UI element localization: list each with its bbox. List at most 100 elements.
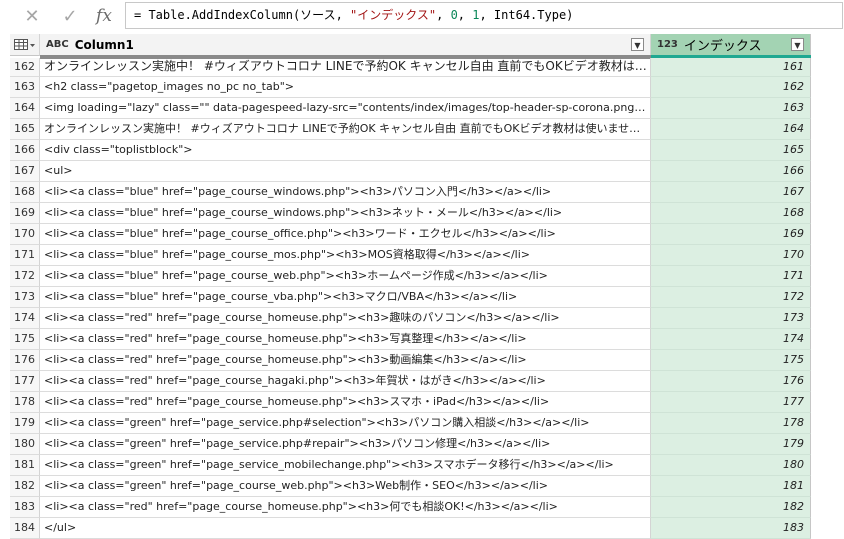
row-number[interactable]: 167 bbox=[10, 161, 40, 182]
index-cell[interactable]: 167 bbox=[651, 182, 811, 203]
column1-cell[interactable]: <li><a class="green" href="page_service_… bbox=[40, 455, 651, 476]
row-number[interactable]: 179 bbox=[10, 413, 40, 434]
column1-cell[interactable]: オンラインレッスン実施中！ #ウィズアウトコロナ LINEで予約OK キャンセル… bbox=[40, 119, 651, 140]
table-row[interactable]: 176 <li><a class="red" href="page_course_… bbox=[10, 350, 811, 371]
table-row[interactable]: 177 <li><a class="red" href="page_course_… bbox=[10, 371, 811, 392]
table-row[interactable]: 183 <li><a class="red" href="page_course_… bbox=[10, 497, 811, 518]
index-cell[interactable]: 165 bbox=[651, 140, 811, 161]
row-number[interactable]: 181 bbox=[10, 455, 40, 476]
row-number[interactable]: 177 bbox=[10, 371, 40, 392]
column1-cell[interactable]: <li><a class="green" href="page_service.… bbox=[40, 413, 651, 434]
filter-dropdown-icon[interactable]: ▼ bbox=[791, 38, 804, 51]
column1-cell[interactable]: <li><a class="blue" href="page_course_we… bbox=[40, 266, 651, 287]
row-number[interactable]: 176 bbox=[10, 350, 40, 371]
column1-cell[interactable]: オンラインレッスン実施中！ #ウィズアウトコロナ LINEで予約OK キャンセル… bbox=[40, 58, 651, 77]
index-cell[interactable]: 175 bbox=[651, 350, 811, 371]
column1-cell[interactable]: <li><a class="red" href="page_course_hom… bbox=[40, 350, 651, 371]
index-cell[interactable]: 166 bbox=[651, 161, 811, 182]
filter-dropdown-icon[interactable]: ▼ bbox=[631, 38, 644, 51]
fx-icon[interactable]: fx bbox=[89, 4, 119, 28]
table-row[interactable]: 179 <li><a class="green" href="page_servi… bbox=[10, 413, 811, 434]
column1-cell[interactable]: <li><a class="red" href="page_course_hag… bbox=[40, 371, 651, 392]
table-row[interactable]: 175 <li><a class="red" href="page_course_… bbox=[10, 329, 811, 350]
table-row[interactable]: 173 <li><a class="blue" href="page_course… bbox=[10, 287, 811, 308]
table-row[interactable]: 181 <li><a class="green" href="page_servi… bbox=[10, 455, 811, 476]
commit-icon[interactable]: ✓ bbox=[55, 4, 85, 28]
row-number[interactable]: 174 bbox=[10, 308, 40, 329]
column1-cell[interactable]: <li><a class="green" href="page_course_w… bbox=[40, 476, 651, 497]
column-header-column1[interactable]: ABC Column1 ▼ bbox=[40, 34, 651, 56]
column1-cell[interactable]: <li><a class="red" href="page_course_hom… bbox=[40, 308, 651, 329]
row-number[interactable]: 166 bbox=[10, 140, 40, 161]
index-cell[interactable]: 163 bbox=[651, 98, 811, 119]
index-cell[interactable]: 170 bbox=[651, 245, 811, 266]
formula-input[interactable]: = Table.AddIndexColumn(ソース, "インデックス", 0,… bbox=[125, 2, 843, 29]
row-number[interactable]: 169 bbox=[10, 203, 40, 224]
row-number[interactable]: 164 bbox=[10, 98, 40, 119]
index-cell[interactable]: 169 bbox=[651, 224, 811, 245]
row-number[interactable]: 170 bbox=[10, 224, 40, 245]
cancel-icon[interactable]: ✕ bbox=[17, 4, 47, 28]
column-header-index[interactable]: 123 インデックス ▼ bbox=[651, 34, 811, 56]
table-row[interactable]: 164 <img loading="lazy" class="" data-pag… bbox=[10, 98, 811, 119]
table-row[interactable]: 166 <div class="toplistblock"> 165 bbox=[10, 140, 811, 161]
table-row[interactable]: 163 <h2 class="pagetop_images no_pc no_ta… bbox=[10, 77, 811, 98]
table-row[interactable]: 169 <li><a class="blue" href="page_course… bbox=[10, 203, 811, 224]
index-cell[interactable]: 173 bbox=[651, 308, 811, 329]
column1-cell[interactable]: <img loading="lazy" class="" data-pagesp… bbox=[40, 98, 651, 119]
index-cell[interactable]: 172 bbox=[651, 287, 811, 308]
row-number[interactable]: 178 bbox=[10, 392, 40, 413]
index-cell[interactable]: 179 bbox=[651, 434, 811, 455]
table-menu-button[interactable] bbox=[10, 34, 40, 56]
row-number[interactable]: 182 bbox=[10, 476, 40, 497]
row-number[interactable]: 165 bbox=[10, 119, 40, 140]
column1-cell[interactable]: <li><a class="blue" href="page_course_wi… bbox=[40, 182, 651, 203]
table-row[interactable]: 171 <li><a class="blue" href="page_course… bbox=[10, 245, 811, 266]
row-number[interactable]: 172 bbox=[10, 266, 40, 287]
row-number[interactable]: 171 bbox=[10, 245, 40, 266]
table-row[interactable]: 172 <li><a class="blue" href="page_course… bbox=[10, 266, 811, 287]
column1-cell[interactable]: <div class="toplistblock"> bbox=[40, 140, 651, 161]
text-type-icon[interactable]: ABC bbox=[46, 39, 69, 50]
index-cell[interactable]: 178 bbox=[651, 413, 811, 434]
table-row[interactable]: 162 オンラインレッスン実施中！ #ウィズアウトコロナ LINEで予約OK キャ… bbox=[10, 58, 811, 77]
column1-cell[interactable]: <li><a class="red" href="page_course_hom… bbox=[40, 497, 651, 518]
table-row[interactable]: 178 <li><a class="red" href="page_course_… bbox=[10, 392, 811, 413]
row-number[interactable]: 183 bbox=[10, 497, 40, 518]
table-row[interactable]: 165 オンラインレッスン実施中！ #ウィズアウトコロナ LINEで予約OK キャ… bbox=[10, 119, 811, 140]
index-cell[interactable]: 164 bbox=[651, 119, 811, 140]
table-row[interactable]: 180 <li><a class="green" href="page_servi… bbox=[10, 434, 811, 455]
index-cell[interactable]: 180 bbox=[651, 455, 811, 476]
index-cell[interactable]: 171 bbox=[651, 266, 811, 287]
index-cell[interactable]: 176 bbox=[651, 371, 811, 392]
index-cell[interactable]: 168 bbox=[651, 203, 811, 224]
column1-cell[interactable]: <li><a class="red" href="page_course_hom… bbox=[40, 329, 651, 350]
row-number[interactable]: 175 bbox=[10, 329, 40, 350]
column1-cell[interactable]: <li><a class="blue" href="page_course_mo… bbox=[40, 245, 651, 266]
row-number[interactable]: 180 bbox=[10, 434, 40, 455]
row-number[interactable]: 163 bbox=[10, 77, 40, 98]
index-cell[interactable]: 182 bbox=[651, 497, 811, 518]
integer-type-icon[interactable]: 123 bbox=[657, 39, 678, 50]
column1-cell[interactable]: <h2 class="pagetop_images no_pc no_tab"> bbox=[40, 77, 651, 98]
table-row[interactable]: 168 <li><a class="blue" href="page_course… bbox=[10, 182, 811, 203]
column1-cell[interactable]: <ul> bbox=[40, 161, 651, 182]
column1-cell[interactable]: <li><a class="green" href="page_service.… bbox=[40, 434, 651, 455]
index-cell[interactable]: 181 bbox=[651, 476, 811, 497]
column1-cell[interactable]: <li><a class="blue" href="page_course_wi… bbox=[40, 203, 651, 224]
column-header-label: インデックス bbox=[683, 39, 762, 54]
index-cell[interactable]: 177 bbox=[651, 392, 811, 413]
column1-cell[interactable]: <li><a class="blue" href="page_course_of… bbox=[40, 224, 651, 245]
table-row[interactable]: 182 <li><a class="green" href="page_cours… bbox=[10, 476, 811, 497]
column1-cell[interactable]: <li><a class="red" href="page_course_hom… bbox=[40, 392, 651, 413]
table-row[interactable]: 170 <li><a class="blue" href="page_course… bbox=[10, 224, 811, 245]
column1-cell[interactable]: <li><a class="blue" href="page_course_vb… bbox=[40, 287, 651, 308]
row-number[interactable]: 168 bbox=[10, 182, 40, 203]
table-row[interactable]: 167 <ul> 166 bbox=[10, 161, 811, 182]
index-cell[interactable]: 162 bbox=[651, 77, 811, 98]
row-number[interactable]: 173 bbox=[10, 287, 40, 308]
index-cell[interactable]: 161 bbox=[651, 58, 811, 77]
row-number[interactable]: 162 bbox=[10, 58, 40, 77]
index-cell[interactable]: 174 bbox=[651, 329, 811, 350]
table-row[interactable]: 174 <li><a class="red" href="page_course_… bbox=[10, 308, 811, 329]
